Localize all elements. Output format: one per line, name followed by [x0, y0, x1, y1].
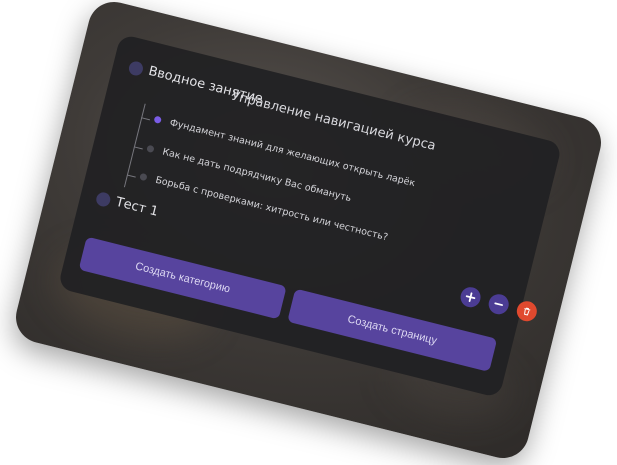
page-dot-icon	[139, 172, 148, 182]
page-dot-active-icon	[153, 115, 162, 124]
minus-icon	[494, 302, 503, 306]
navigation-panel: Управление навигацией курса Вводное заня…	[57, 33, 563, 399]
navigation-tree: Вводное занятие Фундамент знаний для жел…	[94, 59, 558, 243]
modal-card: Управление навигацией курса Вводное заня…	[10, 0, 607, 464]
tree-connector-tick	[141, 117, 151, 121]
tree-connector-tick	[133, 146, 143, 150]
category-dot-icon	[127, 59, 145, 77]
category-label: Тест 1	[114, 194, 160, 220]
category-dot-icon	[94, 190, 112, 208]
tree-page-item[interactable]: Как не дать подрядчику Вас обмануть	[146, 143, 352, 204]
plus-icon	[465, 292, 476, 302]
page-dot-icon	[146, 144, 155, 154]
add-item-button[interactable]	[458, 285, 483, 310]
stage: Управление навигацией курса Вводное заня…	[0, 0, 617, 465]
tree-category-test[interactable]: Тест 1	[94, 190, 160, 220]
delete-item-button[interactable]	[514, 299, 539, 324]
edit-item-button[interactable]	[486, 292, 511, 317]
trash-icon	[524, 307, 531, 316]
tree-connector-tick	[126, 174, 136, 178]
